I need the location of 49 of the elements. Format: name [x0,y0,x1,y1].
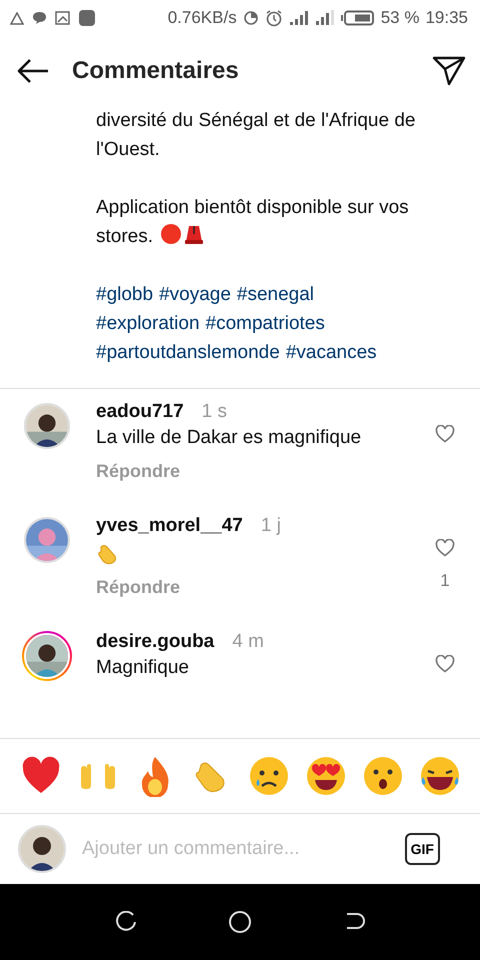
hashtag-link[interactable]: #compatriotes [206,309,325,338]
back-arrow-icon [16,58,50,84]
fez-hat-icon [184,223,204,245]
gif-button[interactable]: GIF [404,833,440,865]
chat-bubble-icon [32,11,47,25]
user-avatar[interactable] [22,401,72,451]
message-icon [78,9,96,27]
send-icon [432,56,466,86]
alarm-icon [264,9,283,27]
username[interactable]: eadou717 [96,401,184,423]
hashtag-link[interactable]: #exploration [96,309,200,338]
heart-icon[interactable] [435,539,455,557]
hashtag-link[interactable]: #globb [96,280,154,309]
story-ring-avatar[interactable] [22,631,72,681]
battery-icon [340,10,375,26]
caption-text: diversité du Sénégal et de l'Afrique de l'Ouest. [96,109,416,162]
signal-icon [288,10,309,26]
laughing-face-icon[interactable] [418,755,460,797]
comment-time: 1 s [202,401,228,423]
back-button[interactable] [16,58,50,84]
circle-icon [160,223,182,245]
heart-eyes-face-icon[interactable] [304,755,346,797]
recent-apps-icon[interactable] [115,911,138,933]
battery-percentage: 53 % [380,8,420,28]
caption-text: Application bientôt disponible sur vos stores. [96,196,410,249]
username[interactable]: desire.gouba [96,631,214,653]
signal-icon [314,9,335,27]
comment-time: 4 m [232,631,264,653]
pie-chart-icon [242,10,259,26]
share-button[interactable] [432,56,466,86]
page-title: Commentaires [72,57,240,85]
crying-face-icon[interactable] [248,755,290,797]
hashtag-link[interactable]: #vacances [286,338,377,367]
hashtag-link[interactable]: #senegal [236,280,314,309]
hashtag-link[interactable]: #voyage [159,280,231,309]
comment-text: La ville de Dakar es magnifique [96,427,362,449]
heart-icon[interactable] [435,655,455,673]
triangle-icon [10,12,24,24]
image-icon [55,11,70,25]
clock: 19:35 [425,8,468,28]
network-speed: 0.76KB/s [168,8,237,28]
comment-time: 1 j [260,515,281,537]
home-icon[interactable] [228,910,252,934]
comment-text: Magnifique [96,657,190,679]
surprised-face-icon[interactable] [362,755,404,797]
heart-icon[interactable] [435,425,455,443]
username[interactable]: yves_morel__47 [96,515,243,537]
hashtag-link[interactable]: #partoutdanslemonde [96,338,280,367]
like-count: 1 [440,571,450,591]
